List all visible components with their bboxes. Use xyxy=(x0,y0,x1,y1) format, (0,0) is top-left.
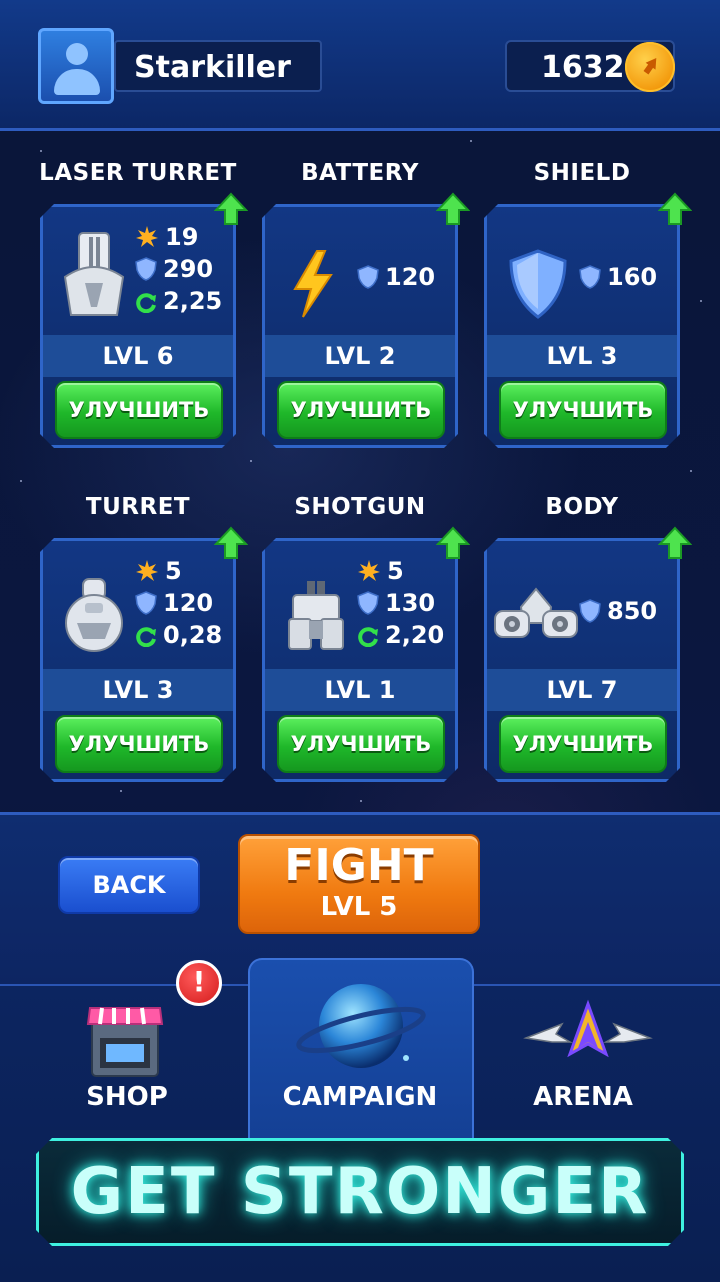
damage-value: 5 xyxy=(165,557,182,585)
card-title-shotgun: SHOTGUN xyxy=(294,494,426,520)
card-shield[interactable]: 160 LVL 3 УЛУЧШИТЬ xyxy=(484,204,680,448)
upgrade-button[interactable]: УЛУЧШИТЬ xyxy=(55,715,223,773)
up-arrow-icon xyxy=(658,526,692,559)
reload-icon xyxy=(358,627,378,648)
reload-icon xyxy=(136,627,156,648)
upgrade-button[interactable]: УЛУЧШИТЬ xyxy=(499,381,667,439)
card-title-laser-turret: LASER TURRET xyxy=(39,160,237,186)
armor-value: 120 xyxy=(163,589,214,617)
armor-value: 120 xyxy=(385,263,436,291)
armor-value: 290 xyxy=(163,255,214,283)
body-stats: 850 xyxy=(579,595,657,627)
shield-icon xyxy=(579,265,601,289)
tab-shop[interactable]: SHOP xyxy=(20,990,234,1130)
armor-value: 850 xyxy=(607,597,658,625)
tab-campaign-label: CAMPAIGN xyxy=(282,1082,438,1112)
fight-level: LVL 5 xyxy=(320,892,398,922)
rate-value: 2,20 xyxy=(385,621,445,649)
card-level: LVL 1 xyxy=(265,669,455,711)
card-title-shield: SHIELD xyxy=(533,160,631,186)
shield-stats: 160 xyxy=(579,261,657,293)
card-level: LVL 3 xyxy=(487,335,677,377)
upgrade-button[interactable]: УЛУЧШИТЬ xyxy=(277,381,445,439)
player-name: Starkiller xyxy=(134,50,291,85)
tab-arena-label: ARENA xyxy=(533,1082,633,1112)
card-title-body: BODY xyxy=(545,494,619,520)
card-level: LVL 2 xyxy=(265,335,455,377)
ship-body-icon xyxy=(493,561,579,657)
arena-icon xyxy=(523,999,653,1058)
up-arrow-icon xyxy=(436,192,470,225)
up-arrow-icon xyxy=(658,192,692,225)
shield-art-icon xyxy=(499,227,577,323)
back-button[interactable]: BACK xyxy=(58,856,200,914)
rate-value: 2,25 xyxy=(163,287,223,315)
upgrade-button[interactable]: УЛУЧШИТЬ xyxy=(499,715,667,773)
avatar[interactable] xyxy=(38,28,114,104)
card-shotgun[interactable]: 5 130 2,20 LVL 1 УЛУЧШИТЬ xyxy=(262,538,458,782)
get-stronger-text: GET STRONGER xyxy=(70,1155,650,1229)
laser-turret-stats: 19 290 2,25 xyxy=(135,221,222,317)
coin-icon xyxy=(625,42,675,92)
shield-icon xyxy=(357,265,379,289)
tab-shop-label: SHOP xyxy=(86,1082,168,1112)
card-laser-turret[interactable]: 19 290 2,25 LVL 6 УЛУЧШИТЬ xyxy=(40,204,236,448)
damage-value: 5 xyxy=(387,557,404,585)
shield-icon xyxy=(135,591,157,615)
laser-turret-icon xyxy=(55,227,133,323)
card-body[interactable]: 850 LVL 7 УЛУЧШИТЬ xyxy=(484,538,680,782)
explosion-icon xyxy=(136,560,158,581)
reload-icon xyxy=(136,293,156,314)
up-arrow-icon xyxy=(214,526,248,559)
tab-arena[interactable]: ARENA xyxy=(476,990,690,1130)
planet-icon xyxy=(296,984,426,1068)
armor-value: 130 xyxy=(385,589,436,617)
card-battery[interactable]: 120 LVL 2 УЛУЧШИТЬ xyxy=(262,204,458,448)
shop-icon xyxy=(86,1007,164,1077)
notification-badge: ! xyxy=(176,960,222,1006)
coin-count: 1632 xyxy=(541,50,625,85)
upgrade-button[interactable]: УЛУЧШИТЬ xyxy=(55,381,223,439)
card-level: LVL 3 xyxy=(43,669,233,711)
upgrade-button[interactable]: УЛУЧШИТЬ xyxy=(277,715,445,773)
rate-value: 0,28 xyxy=(163,621,223,649)
battery-stats: 120 xyxy=(357,261,435,293)
fight-label: FIGHT xyxy=(284,840,434,891)
up-arrow-icon xyxy=(436,526,470,559)
turret-stats: 5 120 0,28 xyxy=(135,555,222,651)
player-name-box: Starkiller xyxy=(114,40,322,92)
shield-icon xyxy=(579,599,601,623)
card-level: LVL 6 xyxy=(43,335,233,377)
fight-button[interactable]: FIGHT LVL 5 xyxy=(238,834,480,934)
card-level: LVL 7 xyxy=(487,669,677,711)
shield-icon xyxy=(357,591,379,615)
shotgun-stats: 5 130 2,20 xyxy=(357,555,444,651)
turret-icon xyxy=(55,561,133,657)
card-title-battery: BATTERY xyxy=(301,160,419,186)
lightning-icon xyxy=(277,227,355,323)
user-icon xyxy=(66,43,88,65)
damage-value: 19 xyxy=(165,223,199,251)
card-turret[interactable]: 5 120 0,28 LVL 3 УЛУЧШИТЬ xyxy=(40,538,236,782)
armor-value: 160 xyxy=(607,263,658,291)
explosion-icon xyxy=(358,560,380,581)
shotgun-icon xyxy=(277,561,355,657)
explosion-icon xyxy=(136,226,158,247)
get-stronger-banner[interactable]: GET STRONGER xyxy=(36,1138,684,1246)
shield-icon xyxy=(135,257,157,281)
up-arrow-icon xyxy=(214,192,248,225)
card-title-turret: TURRET xyxy=(85,494,191,520)
